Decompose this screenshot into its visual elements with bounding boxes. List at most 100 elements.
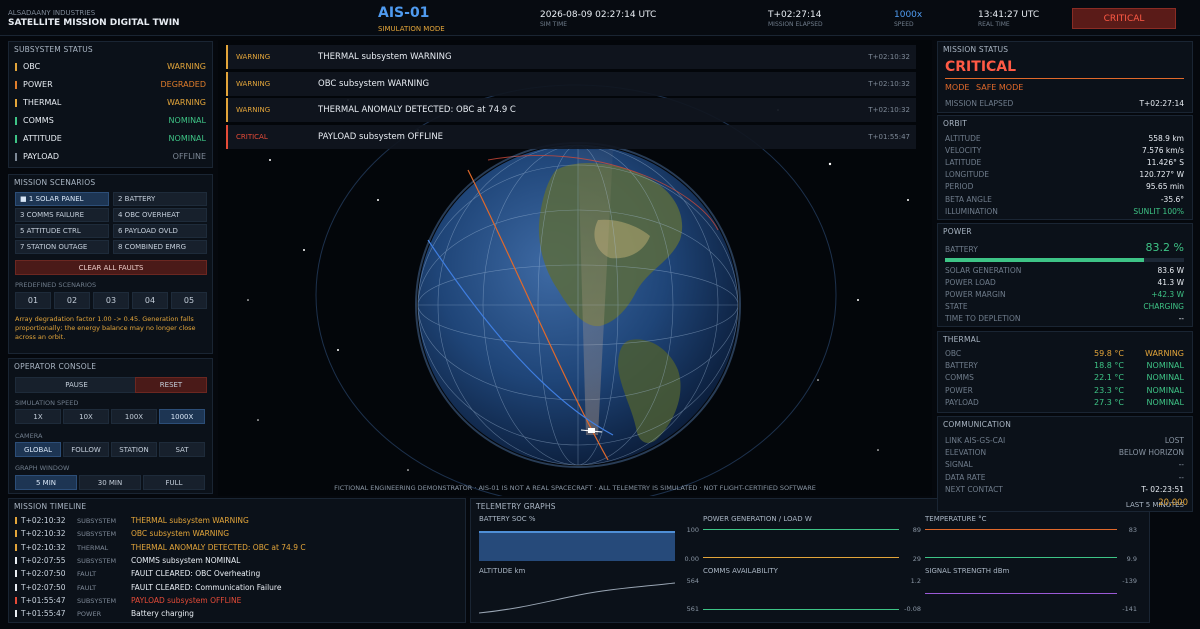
- power-key: SOLAR GENERATION: [945, 265, 1022, 275]
- communication-panel: COMMUNICATION LINK AIS-GS-CAI LOST ELEVATI…: [937, 416, 1193, 512]
- subsystem-state: OFFLINE: [172, 152, 206, 161]
- predefined-scenario-button[interactable]: 05: [171, 292, 207, 309]
- orbit-row: LATITUDE 11.426° S: [945, 156, 1184, 168]
- scenario-button[interactable]: 5 ATTITUDE CTRL: [15, 224, 109, 238]
- alert-message: THERMAL subsystem WARNING: [318, 52, 452, 62]
- alert-row[interactable]: CRITICAL PAYLOAD subsystem OFFLINE T+01:55…: [226, 124, 916, 149]
- scenario-button[interactable]: 6 PAYLOAD OVLD: [113, 224, 207, 238]
- thermal-key: POWER: [945, 385, 973, 395]
- axis-max: 1.2: [910, 577, 921, 585]
- graph-label: COMMS AVAILABILITY: [703, 567, 778, 575]
- camera-button[interactable]: FOLLOW: [63, 442, 109, 457]
- timeline-marker: [15, 610, 17, 618]
- subsystem-state: WARNING: [166, 62, 206, 71]
- pause-button[interactable]: PAUSE: [15, 377, 138, 393]
- camera-button[interactable]: SAT: [159, 442, 205, 457]
- comms-value: --: [1178, 472, 1184, 482]
- subsystem-state: DEGRADED: [160, 80, 207, 89]
- subsystem-row: OBC WARNING: [9, 59, 212, 77]
- scenario-button[interactable]: 2 BATTERY: [113, 192, 207, 206]
- sim-time-label: SIM TIME: [540, 21, 568, 28]
- telemetry-graphs-panel: TELEMETRY GRAPHS BATTERY SOC % 100 0.00 …: [470, 498, 1150, 623]
- graph-window-button[interactable]: FULL: [143, 475, 205, 490]
- load-line: [703, 557, 899, 558]
- speed-value: 1000x: [894, 10, 923, 20]
- graph-window-button[interactable]: 30 MIN: [79, 475, 141, 490]
- orbit-value: 95.65 min: [1146, 182, 1184, 192]
- clear-all-faults-button[interactable]: CLEAR ALL FAULTS: [15, 260, 207, 275]
- scenario-button[interactable]: 8 COMBINED EMRG: [113, 240, 207, 254]
- axis-max: 83: [1128, 526, 1137, 534]
- graph-label: BATTERY SOC %: [479, 515, 536, 523]
- globe-viewport[interactable]: WARNING THERMAL subsystem WARNING T+02:10:…: [218, 40, 932, 496]
- thermal-row: OBC 59.8 °C WARNING: [945, 349, 1184, 361]
- power-graph: POWER GENERATION / LOAD W 89 29: [703, 515, 921, 563]
- power-row: TIME TO DEPLETION --: [945, 313, 1184, 325]
- panel-title: POWER: [943, 227, 972, 236]
- battery-label: BATTERY: [945, 245, 978, 254]
- alert-row[interactable]: WARNING OBC subsystem WARNING T+02:10:32: [226, 71, 916, 96]
- predefined-scenario-button[interactable]: 02: [54, 292, 90, 309]
- thermal-panel: THERMAL OBC 59.8 °C WARNING BATTERY 18.8 °C N…: [937, 331, 1193, 413]
- subsystem-status-panel: SUBSYSTEM STATUS OBC WARNING POWER DEGRADED…: [8, 41, 213, 168]
- thermal-state: WARNING: [1144, 349, 1184, 358]
- subsystem-name: OBC: [23, 62, 41, 71]
- altitude-graph: ALTITUDE km 564 561: [479, 567, 699, 617]
- power-value: CHARGING: [1143, 302, 1184, 312]
- subsystem-state: WARNING: [166, 98, 206, 107]
- graph-label: TEMPERATURE °C: [925, 515, 987, 523]
- scenario-button[interactable]: 7 STATION OUTAGE: [15, 240, 109, 254]
- timeline-message: OBC subsystem WARNING: [131, 529, 230, 539]
- speed-button[interactable]: 1000X: [159, 409, 205, 424]
- timeline-marker: [15, 596, 17, 604]
- timeline-marker: [15, 530, 17, 538]
- predefined-scenario-button[interactable]: 04: [132, 292, 168, 309]
- signal-line: [925, 593, 1117, 594]
- camera-button[interactable]: STATION: [111, 442, 157, 457]
- camera-button[interactable]: GLOBAL: [15, 442, 61, 457]
- comms-key: SIGNAL: [945, 460, 973, 470]
- alert-row[interactable]: WARNING THERMAL subsystem WARNING T+02:10:…: [226, 45, 916, 69]
- power-row: SOLAR GENERATION 83.6 W: [945, 264, 1184, 276]
- scenario-button[interactable]: ■ 1 SOLAR PANEL: [15, 192, 109, 206]
- power-row: STATE CHARGING: [945, 301, 1184, 313]
- alert-level: WARNING: [236, 53, 271, 61]
- graph-window-button[interactable]: 5 MIN: [15, 475, 77, 490]
- timeline-message: THERMAL ANOMALY DETECTED: OBC at 74.9 C: [131, 542, 306, 552]
- thermal-row: COMMS 22.1 °C NOMINAL: [945, 373, 1184, 385]
- predefined-scenario-button[interactable]: 03: [93, 292, 129, 309]
- satellite-id: AIS-01: [378, 5, 430, 21]
- app-title: SATELLITE MISSION DIGITAL TWIN: [8, 18, 180, 28]
- timeline-category: FAULT: [77, 583, 97, 592]
- panel-title: MISSION SCENARIOS: [14, 178, 96, 187]
- predefined-scenario-button[interactable]: 01: [15, 292, 51, 309]
- comms-key: ELEVATION: [945, 447, 987, 457]
- mode-value: SAFE MODE: [976, 83, 1024, 92]
- subsystem-name: COMMS: [23, 116, 54, 125]
- timeline-row: T+02:07:50 FAULT FAULT CLEARED: OBC Overhe…: [9, 567, 465, 580]
- speed-button[interactable]: 1X: [15, 409, 61, 424]
- graph-window-label: GRAPH WINDOW: [15, 464, 70, 472]
- temp-line-low: [925, 557, 1117, 558]
- speed-button[interactable]: 100X: [111, 409, 157, 424]
- scenario-button[interactable]: 4 OBC OVERHEAT: [113, 208, 207, 222]
- thermal-state: NOMINAL: [1146, 361, 1184, 371]
- thermal-temp: 59.8 °C: [1094, 349, 1124, 358]
- comms-value: BELOW HORIZON: [1118, 447, 1184, 457]
- alert-row[interactable]: WARNING THERMAL ANOMALY DETECTED: OBC at …: [226, 98, 916, 122]
- thermal-key: COMMS: [945, 373, 974, 383]
- reset-button[interactable]: RESET: [135, 377, 207, 393]
- comms-row: ELEVATION BELOW HORIZON: [945, 446, 1184, 458]
- mission-elapsed-label: MISSION ELAPSED: [768, 21, 823, 28]
- mission-elapsed-row: MISSION ELAPSED T+02:27:14: [945, 98, 1184, 108]
- scenario-button[interactable]: 3 COMMS FAILURE: [15, 208, 109, 222]
- timeline-time: T+02:10:32: [21, 516, 66, 525]
- power-key: POWER LOAD: [945, 277, 996, 287]
- speed-button[interactable]: 10X: [63, 409, 109, 424]
- generation-line: [703, 529, 899, 530]
- simulation-speed-label: SIMULATION SPEED: [15, 399, 79, 407]
- panel-title: COMMUNICATION: [943, 420, 1012, 429]
- comms-key: NEXT CONTACT: [945, 485, 1003, 495]
- comms-row: LINK AIS-GS-CAI LOST: [945, 434, 1184, 446]
- timeline-marker: [15, 543, 17, 551]
